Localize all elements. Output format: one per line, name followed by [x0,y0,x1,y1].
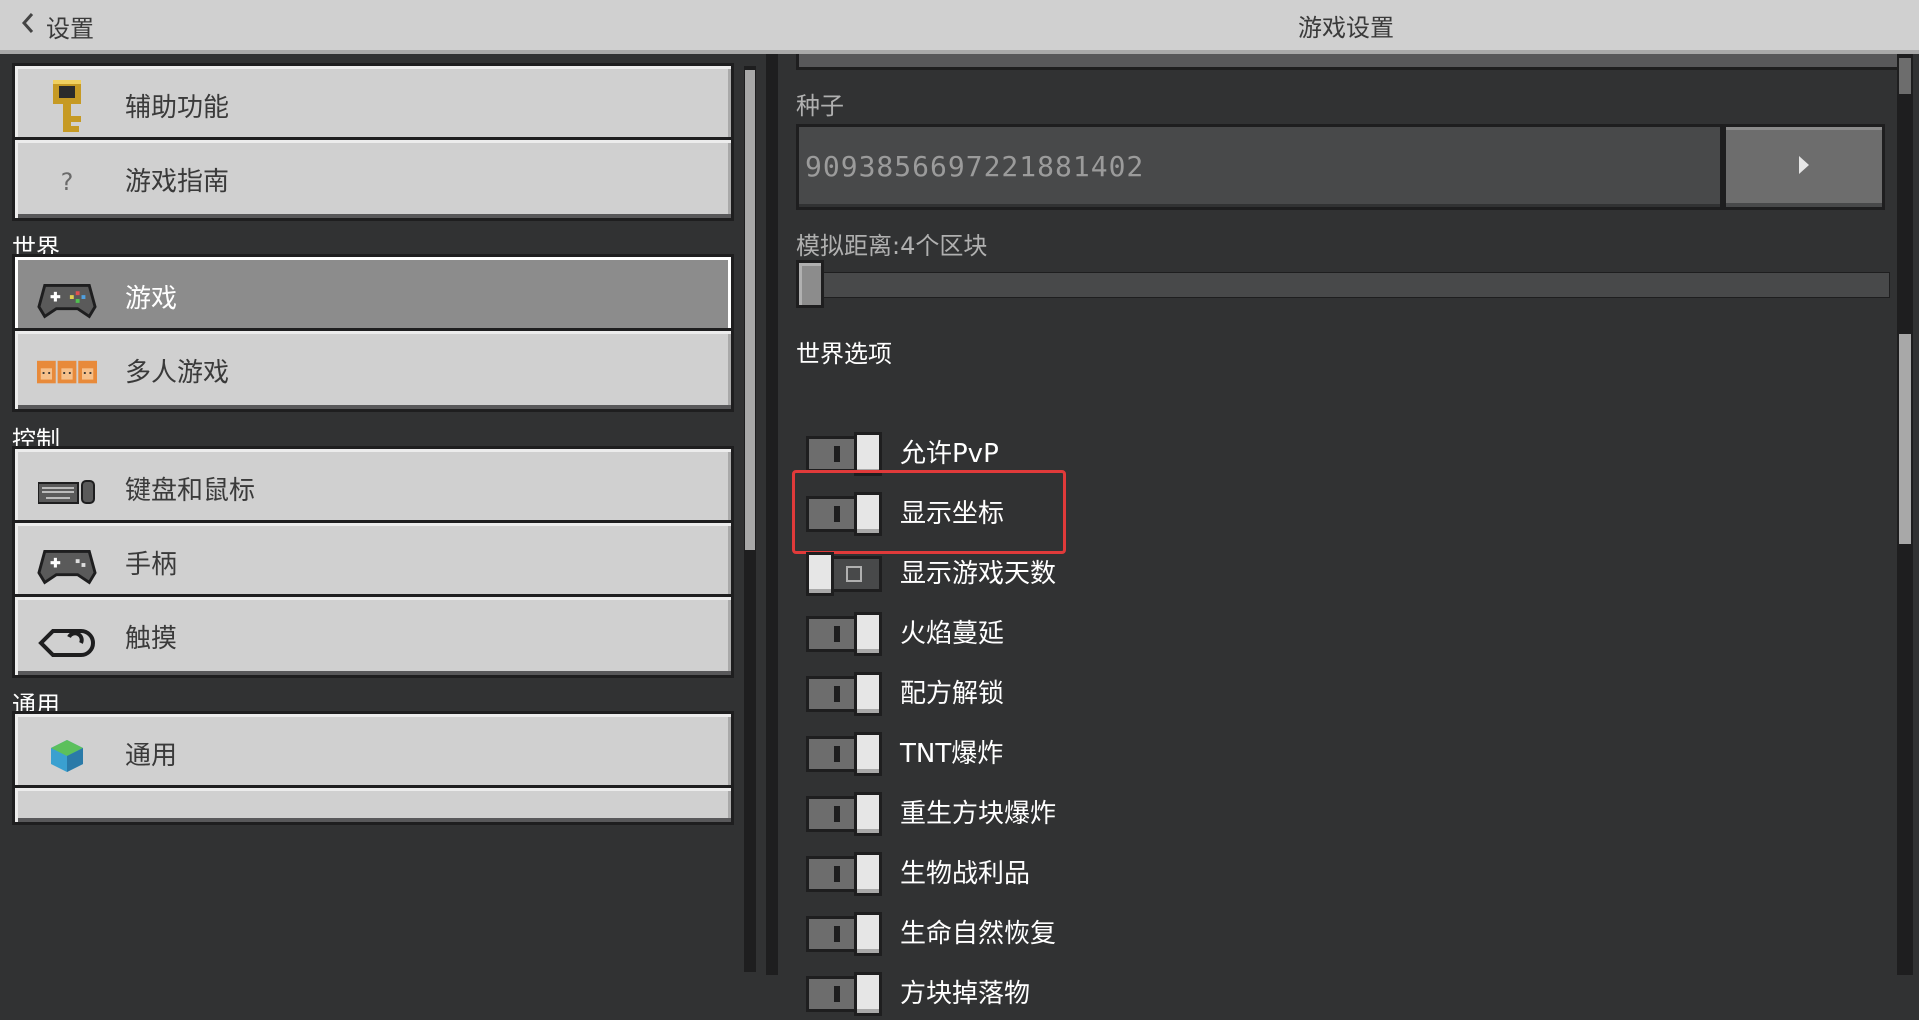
sidebar-item-label: 多人游戏 [125,358,230,388]
world-option-label: 允许PvP [900,439,999,469]
panel-divider [766,54,778,975]
chevron-left-icon [16,12,40,40]
seed-input[interactable]: 9093856697221881402 [796,124,1723,210]
toggle-switch[interactable] [806,852,882,896]
sidebar-item-multiplayer[interactable]: 多人游戏 [12,328,734,412]
sidebar-item-accessibility[interactable]: 辅助功能 [12,63,734,147]
toggle-switch[interactable] [806,492,882,536]
world-option-row[interactable]: 配方解锁 [796,668,1496,720]
world-option-label: 火焰蔓延 [900,619,1005,649]
keyboard-mouse-icon [37,461,97,521]
panel-top-edge [796,54,1902,70]
world-option-label: 重生方块爆炸 [900,799,1057,829]
title-bar: 设置 游戏设置 [0,0,1919,54]
sidebar-item-touch[interactable]: 触摸 [12,594,734,678]
world-option-label: 方块掉落物 [900,979,1031,1009]
world-option-label: TNT爆炸 [900,739,1004,769]
sidebar-item-game[interactable]: 游戏 [12,254,734,338]
world-option-label: 配方解锁 [900,679,1005,709]
simulation-distance-label: 模拟距离:4个区块 [796,232,988,260]
world-option-row[interactable]: 允许PvP [796,428,1496,480]
sidebar-item-keyboard-mouse[interactable]: 键盘和鼠标 [12,446,734,530]
sidebar-item-general[interactable]: 通用 [12,711,734,795]
toggle-switch[interactable] [806,552,882,596]
settings-sidebar: 辅助功能 ? 游戏指南 世界 游戏 多人游戏 控制 键盘和鼠标 手柄 触摸 通用… [0,54,770,975]
content-scrollbar-thumb[interactable] [1899,334,1911,544]
world-option-label: 生命自然恢复 [900,919,1057,949]
sidebar-item-controller[interactable]: 手柄 [12,520,734,604]
sidebar-item-how-to-play[interactable]: ? 游戏指南 [12,137,734,221]
world-option-row[interactable]: 显示游戏天数 [796,548,1496,600]
sidebar-item-partial[interactable] [12,785,734,825]
world-option-row[interactable]: 生命自然恢复 [796,908,1496,960]
game-settings-panel: 种子 9093856697221881402 模拟距离:4个区块 世界选项 允许… [778,54,1919,1016]
sidebar-item-label: 触摸 [125,624,178,654]
toggle-switch[interactable] [806,672,882,716]
toggle-switch[interactable] [806,912,882,956]
world-option-row[interactable]: 重生方块爆炸 [796,788,1496,840]
world-option-row[interactable]: 方块掉落物 [796,968,1496,1020]
world-option-label: 生物战利品 [900,859,1031,889]
seed-label: 种子 [796,92,844,120]
world-options-title: 世界选项 [796,340,892,368]
world-option-row[interactable]: 显示坐标 [792,470,1496,554]
sidebar-scrollbar-thumb[interactable] [745,70,755,550]
content-scrollbar-top [1899,58,1911,94]
globe-icon [37,726,97,786]
toggle-switch[interactable] [806,432,882,476]
question-icon: ? [60,168,74,196]
toggle-switch[interactable] [806,972,882,1016]
world-option-row[interactable]: TNT爆炸 [796,728,1496,780]
back-button[interactable]: 设置 [16,6,94,46]
page-title: 游戏设置 [1298,14,1394,42]
world-option-label: 显示游戏天数 [900,559,1057,589]
world-option-row[interactable]: 火焰蔓延 [796,608,1496,660]
seed-picker-button[interactable] [1723,124,1885,210]
controller-icon [37,269,97,329]
touch-icon [37,609,97,669]
back-label: 设置 [46,14,94,43]
key-icon [37,78,97,138]
toggle-switch[interactable] [806,612,882,656]
slider-handle[interactable] [796,260,824,308]
world-option-row[interactable]: 生物战利品 [796,848,1496,900]
play-arrow-icon [1797,154,1811,180]
world-option-label: 显示坐标 [900,499,1005,529]
players-icon [37,343,97,403]
gamepad-icon [37,535,97,595]
toggle-switch[interactable] [806,792,882,836]
simulation-distance-slider[interactable] [800,272,1890,298]
toggle-switch[interactable] [806,732,882,776]
sidebar-item-label: 游戏指南 [125,167,230,197]
